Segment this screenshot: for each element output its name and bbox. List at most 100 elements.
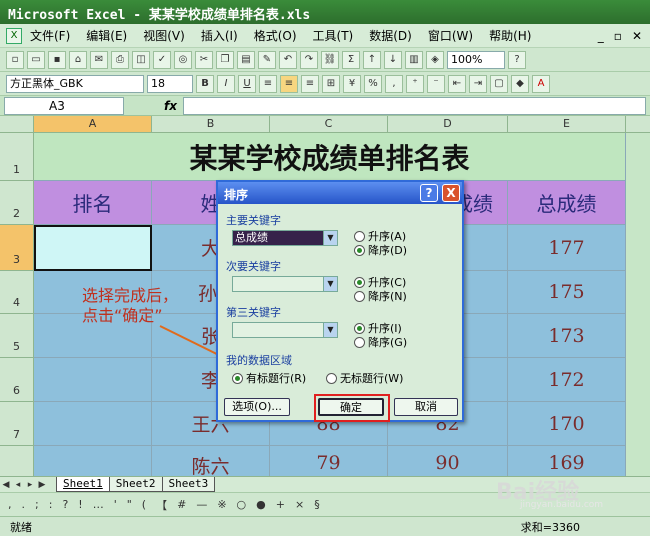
- font-color-icon[interactable]: A: [532, 74, 550, 93]
- semicolon-symbol-icon[interactable]: ;: [35, 498, 39, 511]
- primary-descending-radio[interactable]: 降序(D): [354, 242, 407, 258]
- redo-icon[interactable]: ↷: [300, 50, 318, 69]
- format-painter-icon[interactable]: ✎: [258, 50, 276, 69]
- header-cell-total[interactable]: 总成绩: [508, 181, 626, 225]
- drawing-icon[interactable]: ◈: [426, 50, 444, 69]
- exclamation-symbol-icon[interactable]: !: [78, 498, 82, 511]
- row-header-7[interactable]: 7: [0, 402, 34, 446]
- print-preview-icon[interactable]: ◫: [132, 50, 150, 69]
- cell-d8[interactable]: 90: [388, 446, 508, 476]
- align-right-icon[interactable]: ≡: [301, 74, 319, 93]
- star-symbol-icon[interactable]: ※: [217, 498, 226, 511]
- undo-icon[interactable]: ↶: [279, 50, 297, 69]
- dialog-help-button[interactable]: ?: [420, 184, 438, 202]
- currency-icon[interactable]: ¥: [343, 74, 361, 93]
- underline-icon[interactable]: U: [238, 74, 256, 93]
- cell-a8[interactable]: [34, 446, 152, 476]
- sheet-tab-2[interactable]: Sheet2: [108, 477, 163, 492]
- select-all-corner[interactable]: [0, 116, 34, 133]
- align-left-icon[interactable]: ≡: [259, 74, 277, 93]
- hyperlink-icon[interactable]: ⛓: [321, 50, 339, 69]
- column-header-b[interactable]: B: [152, 116, 270, 133]
- cell-e6[interactable]: 172: [508, 358, 626, 402]
- save-icon[interactable]: ▪: [48, 50, 66, 69]
- name-box[interactable]: A3: [4, 96, 124, 115]
- sheet-title-cell[interactable]: 某某学校成绩单排名表: [34, 133, 626, 181]
- paren-symbol-icon[interactable]: (: [142, 498, 146, 511]
- email-icon[interactable]: ✉: [90, 50, 108, 69]
- menu-view[interactable]: 视图(V): [143, 27, 185, 44]
- help-icon[interactable]: ?: [508, 50, 526, 69]
- column-header-a[interactable]: A: [34, 116, 152, 133]
- cell-e5[interactable]: 173: [508, 314, 626, 358]
- menu-help[interactable]: 帮助(H): [489, 27, 531, 44]
- last-sheet-icon[interactable]: ▶: [36, 480, 48, 490]
- secondary-key-select[interactable]: ▼: [232, 276, 338, 292]
- period-symbol-icon[interactable]: .: [22, 498, 26, 511]
- third-descending-radio[interactable]: 降序(G): [354, 334, 407, 350]
- third-key-select[interactable]: ▼: [232, 322, 338, 338]
- chevron-down-icon[interactable]: ▼: [323, 277, 337, 291]
- quote-symbol-icon[interactable]: ': [114, 498, 117, 511]
- cell-a7[interactable]: [34, 402, 152, 446]
- cell-a6[interactable]: [34, 358, 152, 402]
- fill-color-icon[interactable]: ◆: [511, 74, 529, 93]
- cut-icon[interactable]: ✂: [195, 50, 213, 69]
- prev-sheet-icon[interactable]: ◂: [12, 480, 24, 490]
- row-header-4[interactable]: 4: [0, 271, 34, 314]
- sheet-tab-1[interactable]: Sheet1: [56, 477, 110, 492]
- bracket-symbol-icon[interactable]: 【: [156, 497, 167, 513]
- cell-e3[interactable]: 177: [508, 225, 626, 271]
- cell-c8[interactable]: 79: [270, 446, 388, 476]
- research-icon[interactable]: ◎: [174, 50, 192, 69]
- italic-icon[interactable]: I: [217, 74, 235, 93]
- question-symbol-icon[interactable]: ?: [62, 498, 68, 511]
- paste-icon[interactable]: ▤: [237, 50, 255, 69]
- close-icon[interactable]: ✕: [632, 29, 642, 43]
- circle-symbol-icon[interactable]: ○: [237, 498, 247, 511]
- borders-icon[interactable]: ▢: [490, 74, 508, 93]
- cell-e8[interactable]: 169: [508, 446, 626, 476]
- chevron-down-icon[interactable]: ▼: [323, 231, 337, 245]
- merge-center-icon[interactable]: ⊞: [322, 74, 340, 93]
- row-header-1[interactable]: 1: [0, 133, 34, 181]
- formula-input[interactable]: [182, 96, 646, 115]
- colon-symbol-icon[interactable]: :: [49, 498, 53, 511]
- row-header-3[interactable]: 3: [0, 225, 34, 271]
- row-header-8[interactable]: [0, 446, 34, 476]
- comma-symbol-icon[interactable]: ,: [8, 498, 12, 511]
- dash-symbol-icon[interactable]: —: [196, 498, 207, 511]
- row-header-5[interactable]: 5: [0, 314, 34, 358]
- restore-icon[interactable]: ▫: [614, 29, 622, 43]
- header-cell-rank[interactable]: 排名: [34, 181, 152, 225]
- comma-style-icon[interactable]: ,: [385, 74, 403, 93]
- align-center-icon[interactable]: ≡: [280, 74, 298, 93]
- plus-symbol-icon[interactable]: +: [276, 498, 285, 511]
- row-header-6[interactable]: 6: [0, 358, 34, 402]
- menu-window[interactable]: 窗口(W): [428, 27, 473, 44]
- cell-a3-active[interactable]: [34, 225, 152, 271]
- hash-symbol-icon[interactable]: #: [177, 498, 186, 511]
- permission-icon[interactable]: ⌂: [69, 50, 87, 69]
- column-header-f[interactable]: [626, 116, 650, 133]
- row-header-2[interactable]: 2: [0, 181, 34, 225]
- no-header-radio[interactable]: 无标题行(W): [326, 370, 403, 386]
- menu-edit[interactable]: 编辑(E): [86, 27, 127, 44]
- autosum-icon[interactable]: Σ: [342, 50, 360, 69]
- cell-e7[interactable]: 170: [508, 402, 626, 446]
- has-header-radio[interactable]: 有标题行(R): [232, 370, 306, 386]
- new-icon[interactable]: ▫: [6, 50, 24, 69]
- cell-b8[interactable]: 陈六: [152, 446, 270, 476]
- font-name-select[interactable]: 方正黑体_GBK: [6, 74, 144, 93]
- cancel-button[interactable]: 取消: [394, 398, 458, 416]
- increase-indent-icon[interactable]: ⇥: [469, 74, 487, 93]
- column-header-d[interactable]: D: [388, 116, 508, 133]
- first-sheet-icon[interactable]: ◀: [0, 480, 12, 490]
- options-button[interactable]: 选项(O)...: [224, 398, 290, 416]
- filled-circle-symbol-icon[interactable]: ●: [256, 498, 266, 511]
- column-header-e[interactable]: E: [508, 116, 626, 133]
- print-icon[interactable]: ⎙: [111, 50, 129, 69]
- dialog-close-button[interactable]: X: [442, 184, 460, 202]
- next-sheet-icon[interactable]: ▸: [24, 480, 36, 490]
- column-header-c[interactable]: C: [270, 116, 388, 133]
